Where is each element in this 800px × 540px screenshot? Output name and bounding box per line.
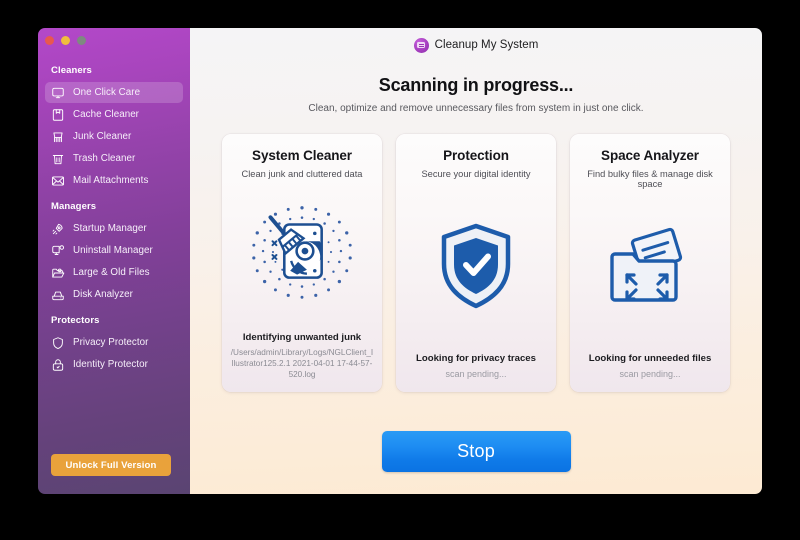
sidebar-nav: Cleaners One Click Care Cache Cleaner Ju… [38,56,190,376]
card-detail: /Users/admin/Library/Logs/NGLClient_Illu… [230,347,374,379]
card-title: Space Analyzer [601,148,699,163]
sidebar: Cleaners One Click Care Cache Cleaner Ju… [38,28,190,494]
scan-cards: System Cleaner Clean junk and cluttered … [190,134,762,392]
brush-icon [51,130,65,144]
card-system-cleaner[interactable]: System Cleaner Clean junk and cluttered … [222,134,382,392]
sidebar-item-label: Identity Protector [73,359,148,370]
card-space-analyzer[interactable]: Space Analyzer Find bulky files & manage… [570,134,730,392]
sidebar-item-uninstall-manager[interactable]: Uninstall Manager [45,240,183,261]
folder-clock-icon [51,266,65,280]
lock-icon [51,358,65,372]
rocket-icon [51,222,65,236]
card-title: System Cleaner [252,148,352,163]
stop-button-wrap: Stop [190,431,762,472]
card-detail: scan pending... [619,368,681,379]
disk-broom-icon [222,179,382,332]
unlock-full-version-button[interactable]: Unlock Full Version [51,454,171,476]
sidebar-item-label: Privacy Protector [73,337,149,348]
sidebar-item-mail-attachments[interactable]: Mail Attachments [45,170,183,191]
sidebar-item-label: Cache Cleaner [73,109,139,120]
hard-drive-icon [51,288,65,302]
card-subtitle: Secure your digital identity [421,169,531,179]
sidebar-item-label: Startup Manager [73,223,147,234]
monitor-icon [51,86,65,100]
card-status: Looking for privacy traces [416,352,536,364]
app-title: Cleanup My System [434,39,539,51]
card-subtitle: Clean junk and cluttered data [241,169,363,179]
page-subtitle: Clean, optimize and remove unnecessary f… [308,103,644,114]
sidebar-item-label: Disk Analyzer [73,289,133,300]
card-status: Identifying unwanted junk [242,331,362,343]
card-title: Protection [443,148,509,163]
trash-bin-icon [51,152,65,166]
close-button[interactable] [45,36,54,45]
app-header: Cleanup My System [190,28,762,58]
main-content: Cleanup My System Scanning in progress..… [190,28,762,494]
folder-expand-icon [570,189,730,353]
card-footer: Looking for privacy traces scan pending.… [396,353,556,392]
sidebar-item-cache-cleaner[interactable]: Cache Cleaner [45,104,183,125]
sidebar-item-label: Mail Attachments [73,175,149,186]
sidebar-item-label: Uninstall Manager [73,245,153,256]
traffic-lights [45,36,86,45]
app-logo-icon [413,37,429,53]
minimize-button[interactable] [61,36,70,45]
card-protection[interactable]: Protection Secure your digital identity … [396,134,556,392]
envelope-icon [51,174,65,188]
monitor-gear-icon [51,244,65,258]
sidebar-item-label: Trash Cleaner [73,153,136,164]
card-subtitle: Find bulky files & manage disk space [587,169,713,189]
shield-outline-icon [51,336,65,350]
sidebar-item-disk-analyzer[interactable]: Disk Analyzer [45,284,183,305]
cache-box-icon [51,108,65,122]
sidebar-item-identity-protector[interactable]: Identity Protector [45,354,183,375]
sidebar-item-trash-cleaner[interactable]: Trash Cleaner [45,148,183,169]
shield-check-icon [396,179,556,353]
sidebar-item-one-click-care[interactable]: One Click Care [45,82,183,103]
card-detail: scan pending... [445,368,507,379]
sidebar-item-label: Junk Cleaner [73,131,132,142]
sidebar-item-privacy-protector[interactable]: Privacy Protector [45,332,183,353]
sidebar-item-startup-manager[interactable]: Startup Manager [45,218,183,239]
sidebar-item-label: One Click Care [73,87,141,98]
card-footer: Looking for unneeded files scan pending.… [570,353,730,392]
zoom-button[interactable] [77,36,86,45]
sidebar-item-label: Large & Old Files [73,267,150,278]
sidebar-group-managers: Managers [51,201,97,212]
stop-button[interactable]: Stop [381,431,571,472]
sidebar-group-cleaners: Cleaners [51,65,92,76]
card-footer: Identifying unwanted junk /Users/admin/L… [222,332,382,392]
sidebar-item-junk-cleaner[interactable]: Junk Cleaner [45,126,183,147]
card-status: Looking for unneeded files [588,352,712,364]
sidebar-group-protectors: Protectors [51,315,100,326]
page-title: Scanning in progress... [378,75,574,95]
app-window: Cleaners One Click Care Cache Cleaner Ju… [38,28,762,494]
sidebar-item-large-old-files[interactable]: Large & Old Files [45,262,183,283]
